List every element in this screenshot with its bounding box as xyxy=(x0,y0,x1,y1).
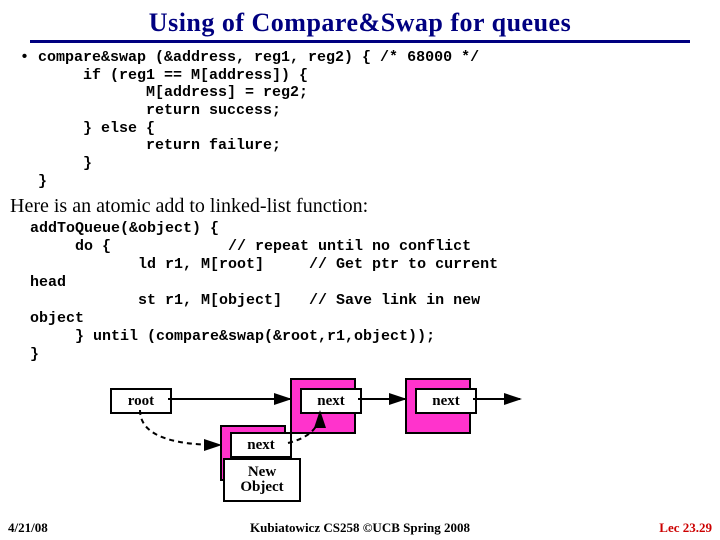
next-label-3: next xyxy=(230,432,292,458)
node-box-1 xyxy=(290,378,356,434)
footer-lecnum: Lec 23.29 xyxy=(659,520,712,536)
root-label: root xyxy=(110,388,172,414)
footer-center: Kubiatowicz CS258 ©UCB Spring 2008 xyxy=(0,520,720,536)
title-underline xyxy=(30,40,690,43)
subtitle: Here is an atomic add to linked-list fun… xyxy=(0,191,720,220)
slide-title: Using of Compare&Swap for queues xyxy=(0,0,720,38)
new-node-box xyxy=(220,425,286,481)
next-label-1: next xyxy=(300,388,362,414)
new-object-label: New Object xyxy=(223,458,301,502)
code-block-2: addToQueue(&object) { do { // repeat unt… xyxy=(0,220,720,364)
code-block-1: • compare&swap (&address, reg1, reg2) { … xyxy=(0,49,720,191)
node-box-2 xyxy=(405,378,471,434)
next-label-2: next xyxy=(415,388,477,414)
